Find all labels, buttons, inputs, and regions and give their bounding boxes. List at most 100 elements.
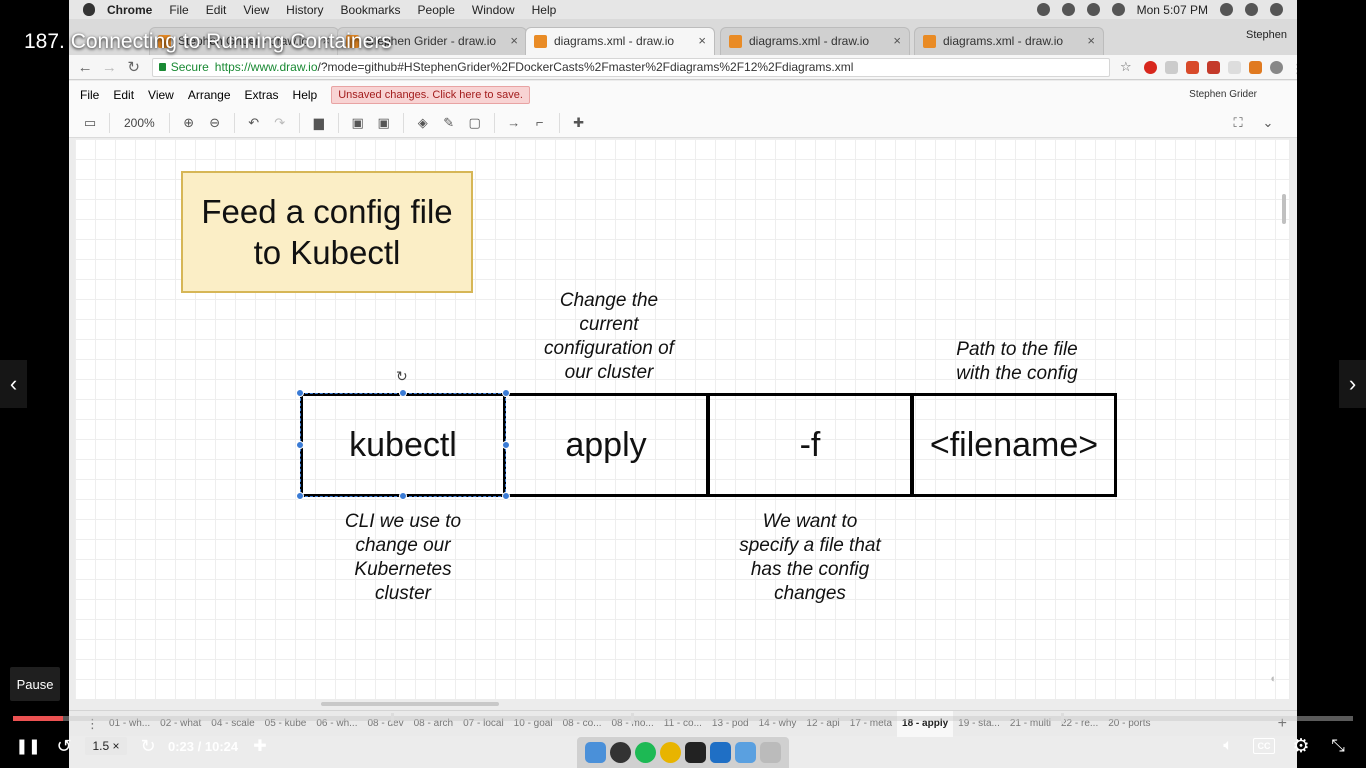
mac-menu-file[interactable]: File — [169, 3, 188, 17]
progress-bar[interactable] — [13, 713, 1353, 724]
zoom-select[interactable]: 200% — [124, 116, 155, 130]
apple-icon[interactable] — [83, 3, 95, 16]
drawio-menu-file[interactable]: File — [80, 88, 99, 102]
mac-menu-window[interactable]: Window — [472, 3, 515, 17]
browser-tab[interactable]: diagrams.xml - draw.io × — [720, 27, 910, 55]
forward-button[interactable]: ↻ — [136, 734, 160, 758]
redo-icon[interactable]: ↷ — [273, 115, 287, 130]
drawio-menu-view[interactable]: View — [148, 88, 174, 102]
resize-handle[interactable] — [502, 389, 510, 397]
note-filename[interactable]: Path to the file with the config — [935, 338, 1099, 386]
unsaved-changes-button[interactable]: Unsaved changes. Click here to save. — [331, 85, 530, 104]
browser-tab-active[interactable]: diagrams.xml - draw.io × — [525, 27, 715, 55]
line-color-icon[interactable]: ✎ — [442, 115, 456, 130]
captions-button[interactable]: CC — [1253, 738, 1275, 754]
drawio-user-menu[interactable]: Stephen Grider — [1189, 89, 1257, 100]
resize-handle[interactable] — [502, 441, 510, 449]
mac-menu-help[interactable]: Help — [532, 3, 557, 17]
shadow-icon[interactable]: ▢ — [468, 115, 482, 130]
note-apply[interactable]: Change the current configuration of our … — [525, 289, 693, 385]
waypoints-icon[interactable]: ⌐ — [533, 115, 547, 130]
siri-icon[interactable] — [1245, 3, 1258, 16]
rotate-handle-icon[interactable]: ↻ — [396, 369, 410, 383]
cell-f[interactable]: -f — [707, 393, 913, 497]
close-tab-icon[interactable]: × — [1087, 33, 1095, 48]
to-front-icon[interactable]: ▣ — [351, 115, 365, 130]
format-panel-icon[interactable]: ▭ — [83, 115, 97, 130]
add-bookmark-button[interactable]: ✚ — [248, 734, 272, 758]
insert-plus-icon[interactable]: ✚ — [572, 115, 586, 130]
volume-button[interactable]: 🔈︎ — [1216, 734, 1240, 758]
diagram-title-box[interactable]: Feed a config file to Kubectl — [181, 171, 473, 293]
diagram-canvas[interactable]: Feed a config file to Kubectl Change the… — [75, 139, 1289, 699]
extension-icon[interactable] — [1143, 60, 1157, 74]
drawio-menu-arrange[interactable]: Arrange — [188, 88, 231, 102]
reload-icon[interactable]: ↻ — [126, 58, 142, 76]
fill-color-icon[interactable]: ◈ — [416, 115, 430, 130]
drawio-favicon-icon — [534, 35, 547, 48]
close-tab-icon[interactable]: × — [698, 33, 706, 48]
extension-icon[interactable] — [1164, 60, 1178, 74]
fullscreen-icon[interactable]: ⛶ — [1231, 115, 1245, 130]
collapse-icon[interactable]: ⌄ — [1261, 115, 1275, 130]
next-lecture-button[interactable]: › — [1339, 360, 1366, 408]
clock[interactable]: Mon 5:07 PM — [1137, 3, 1208, 17]
rewind-button[interactable]: ↺ — [52, 734, 76, 758]
to-back-icon[interactable]: ▣ — [377, 115, 391, 130]
browser-tab[interactable]: diagrams.xml - draw.io × — [914, 27, 1104, 55]
vertical-scrollbar[interactable] — [1282, 194, 1286, 224]
resize-handle[interactable] — [399, 492, 407, 500]
extension-icon[interactable] — [1248, 60, 1262, 74]
delete-icon[interactable]: ▆ — [312, 115, 326, 130]
resize-handle[interactable] — [296, 441, 304, 449]
mac-menu-chrome[interactable]: Chrome — [107, 3, 152, 17]
forward-icon: ↻ — [140, 735, 156, 756]
spotlight-icon[interactable] — [1220, 3, 1233, 16]
resize-handle[interactable] — [296, 389, 304, 397]
extension-icon[interactable] — [1206, 60, 1220, 74]
drawio-menu-help[interactable]: Help — [293, 88, 318, 102]
mac-menu-people[interactable]: People — [418, 3, 455, 17]
connection-icon[interactable]: → — [507, 115, 521, 130]
extension-icon[interactable] — [1227, 60, 1241, 74]
exit-fullscreen-button[interactable]: ⤡ — [1326, 734, 1350, 758]
resize-handle[interactable] — [296, 492, 304, 500]
battery-icon[interactable] — [1111, 3, 1125, 16]
drawio-toolbar: ▭ 200% ⊕ ⊖ ↶ ↷ ▆ ▣ ▣ ◈ ✎ ▢ → ⌐ ✚ ⛶ ⌄ — [69, 108, 1297, 138]
horizontal-scrollbar[interactable] — [321, 702, 499, 706]
zoom-in-icon[interactable]: ⊕ — [182, 115, 196, 130]
url-field[interactable]: Secure https://www.draw.io/?mode=github#… — [151, 57, 1110, 77]
drawio-menu-extras[interactable]: Extras — [245, 88, 279, 102]
chrome-profile-button[interactable]: Stephen — [1246, 29, 1287, 41]
mac-menu-edit[interactable]: Edit — [206, 3, 227, 17]
close-tab-icon[interactable]: × — [510, 33, 518, 48]
notification-center-icon[interactable] — [1270, 3, 1283, 16]
drawio-menu-edit[interactable]: Edit — [113, 88, 134, 102]
mac-menu-view[interactable]: View — [243, 3, 269, 17]
resize-handle[interactable] — [399, 389, 407, 397]
mac-menu-bookmarks[interactable]: Bookmarks — [341, 3, 401, 17]
extension-icon[interactable] — [1269, 60, 1283, 74]
playback-speed-button[interactable]: 1.5 × — [85, 737, 127, 755]
status-app-icon[interactable] — [1036, 3, 1050, 16]
mac-menu-history[interactable]: History — [286, 3, 323, 17]
previous-lecture-button[interactable]: ‹ — [0, 360, 27, 408]
extension-icon[interactable] — [1185, 60, 1199, 74]
chrome-menu-icon[interactable]: ⋮ — [1291, 61, 1297, 76]
note-kubectl[interactable]: CLI we use to change our Kubernetes clus… — [315, 510, 491, 606]
resize-handle[interactable] — [502, 492, 510, 500]
pause-button[interactable]: ❚❚ — [15, 734, 40, 758]
zoom-out-icon[interactable]: ⊖ — [208, 115, 222, 130]
undo-icon[interactable]: ↶ — [247, 115, 261, 130]
status-app-icon[interactable] — [1061, 3, 1075, 16]
back-arrow-icon[interactable]: ← — [77, 59, 93, 76]
settings-button[interactable]: ⚙ — [1289, 734, 1313, 758]
forward-arrow-icon[interactable]: → — [101, 59, 117, 76]
status-app-icon[interactable] — [1086, 3, 1100, 16]
cell-filename[interactable]: <filename> — [911, 393, 1117, 497]
cell-apply[interactable]: apply — [503, 393, 709, 497]
divider — [493, 112, 495, 133]
close-tab-icon[interactable]: × — [893, 33, 901, 48]
bookmark-star-icon[interactable]: ☆ — [1118, 59, 1134, 75]
note-f[interactable]: We want to specify a file that has the c… — [715, 510, 905, 606]
